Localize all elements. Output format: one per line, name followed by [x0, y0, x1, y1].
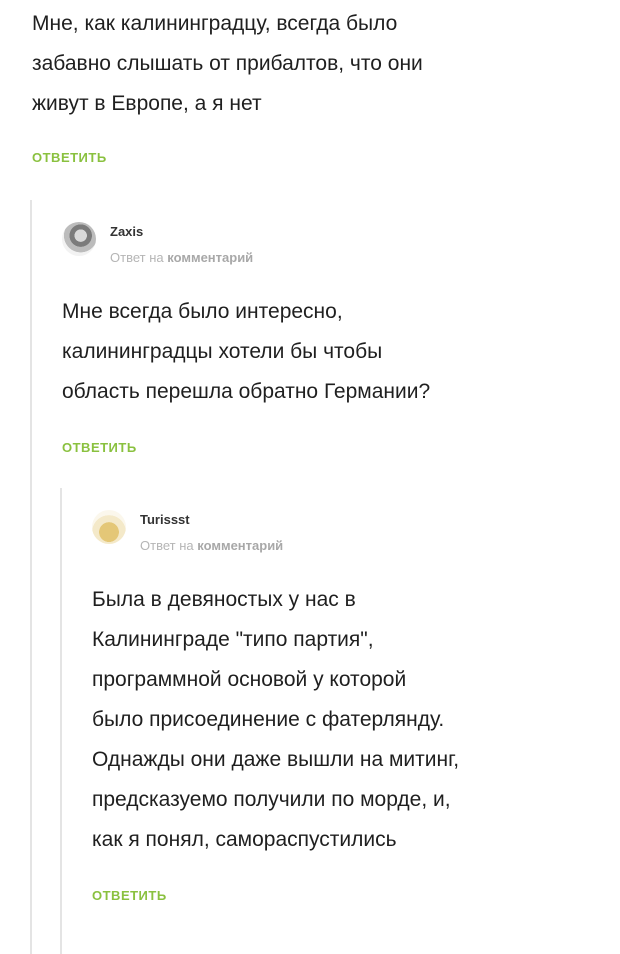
comment-thread: Мне, как калининградцу, всегда было заба…: [0, 0, 620, 954]
reply-to-info: Ответ на комментарий: [140, 538, 283, 553]
reply-comment-text: Мне всегда было интересно, калининградцы…: [62, 292, 602, 412]
reply-button[interactable]: ОТВЕТИТЬ: [92, 888, 167, 903]
comment-meta: Zaxis Ответ на комментарий: [62, 222, 602, 274]
root-comment-text: Мне, как калининградцу, всегда было заба…: [32, 4, 592, 124]
comment-line: область перешла обратно Германии?: [62, 380, 431, 403]
reply-to-link[interactable]: комментарий: [167, 250, 253, 265]
comment-line: забавно слышать от прибалтов, что они: [32, 52, 423, 75]
reply-to-link[interactable]: комментарий: [197, 538, 283, 553]
comment-line: Мне, как калининградцу, всегда было: [32, 12, 398, 35]
comment-line: Однажды они даже вышли на митинг,: [92, 748, 460, 771]
reply-comment-text: Была в девяностых у нас в Калининграде "…: [92, 580, 612, 860]
root-comment: Мне, как калининградцу, всегда было заба…: [32, 4, 592, 165]
thread-branch-line: [60, 488, 62, 954]
comment-line: калининградцы хотели бы чтобы: [62, 340, 383, 363]
comment-line: Была в девяностых у нас в: [92, 588, 356, 611]
comment-line: как я понял, самораспустились: [92, 828, 397, 851]
comment-line: было присоединение с фатерлянду.: [92, 708, 445, 731]
reply-to-prefix: Ответ на: [140, 538, 194, 553]
username[interactable]: Turissst: [140, 512, 190, 527]
thread-branch-line: [30, 200, 32, 954]
reply-comment-turissst: Turissst Ответ на комментарий Была в дев…: [92, 510, 612, 903]
reply-comment-zaxis: Zaxis Ответ на комментарий Мне всегда бы…: [62, 222, 602, 455]
comment-line: живут в Европе, а я нет: [32, 92, 262, 115]
user-avatar-icon[interactable]: [92, 510, 126, 544]
reply-to-prefix: Ответ на: [110, 250, 164, 265]
comment-line: Мне всегда было интересно,: [62, 300, 343, 323]
user-avatar-icon[interactable]: [62, 222, 96, 256]
reply-button[interactable]: ОТВЕТИТЬ: [32, 150, 107, 165]
comment-line: программной основой у которой: [92, 668, 407, 691]
comment-line: предсказуемо получили по морде, и,: [92, 788, 451, 811]
reply-button[interactable]: ОТВЕТИТЬ: [62, 440, 137, 455]
comment-line: Калининграде "типо партия",: [92, 628, 374, 651]
username[interactable]: Zaxis: [110, 224, 143, 239]
reply-to-info: Ответ на комментарий: [110, 250, 253, 265]
comment-meta: Turissst Ответ на комментарий: [92, 510, 612, 562]
